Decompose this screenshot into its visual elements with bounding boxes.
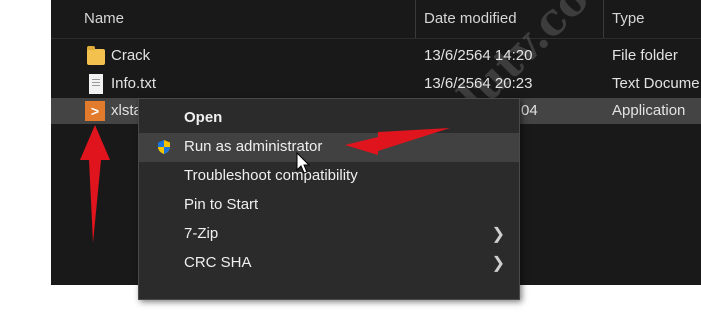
menu-item-label: Troubleshoot compatibility: [184, 167, 358, 184]
menu-item-pin-to-start[interactable]: Pin to Start: [139, 191, 519, 220]
file-row-info[interactable]: Info.txt 13/6/2564 20:23 Text Docume: [51, 71, 701, 97]
folder-icon: [87, 46, 105, 65]
file-type: Application: [612, 102, 686, 119]
column-header: ⌃ Name Date modified Type: [51, 0, 701, 39]
file-type: File folder: [612, 47, 678, 64]
column-name[interactable]: Name: [84, 10, 124, 27]
menu-item-run-as-administrator[interactable]: Run as administrator: [139, 133, 519, 162]
file-type: Text Docume: [612, 75, 700, 92]
column-date-modified[interactable]: Date modified: [424, 10, 517, 27]
mouse-cursor-icon: [296, 152, 311, 174]
menu-item-crc-sha[interactable]: CRC SHA ❯: [139, 249, 519, 278]
menu-item-7zip[interactable]: 7-Zip ❯: [139, 220, 519, 249]
chevron-right-icon: ❯: [491, 255, 505, 272]
column-type[interactable]: Type: [612, 10, 645, 27]
chevron-right-icon: ❯: [491, 226, 505, 243]
menu-item-label: 7-Zip: [184, 225, 219, 242]
file-date: 04: [521, 102, 538, 119]
column-divider[interactable]: [603, 0, 604, 38]
column-divider[interactable]: [415, 0, 416, 38]
file-row-crack[interactable]: Crack 13/6/2564 14:20 File folder: [51, 43, 701, 69]
text-file-icon: [89, 74, 103, 94]
menu-item-label: CRC SHA: [184, 254, 252, 271]
context-menu: Open Run as administrator Troubleshoot c…: [138, 98, 520, 300]
app-icon: >: [85, 101, 105, 121]
menu-item-label: Open: [184, 109, 223, 126]
menu-item-label: Pin to Start: [184, 196, 259, 213]
menu-item-open[interactable]: Open: [139, 104, 519, 133]
shield-icon: [158, 140, 170, 154]
sort-caret-icon: ⌃: [237, 0, 248, 9]
menu-item-troubleshoot[interactable]: Troubleshoot compatibility: [139, 162, 519, 191]
file-name: Info.txt: [111, 75, 157, 92]
file-name: Crack: [111, 47, 151, 64]
